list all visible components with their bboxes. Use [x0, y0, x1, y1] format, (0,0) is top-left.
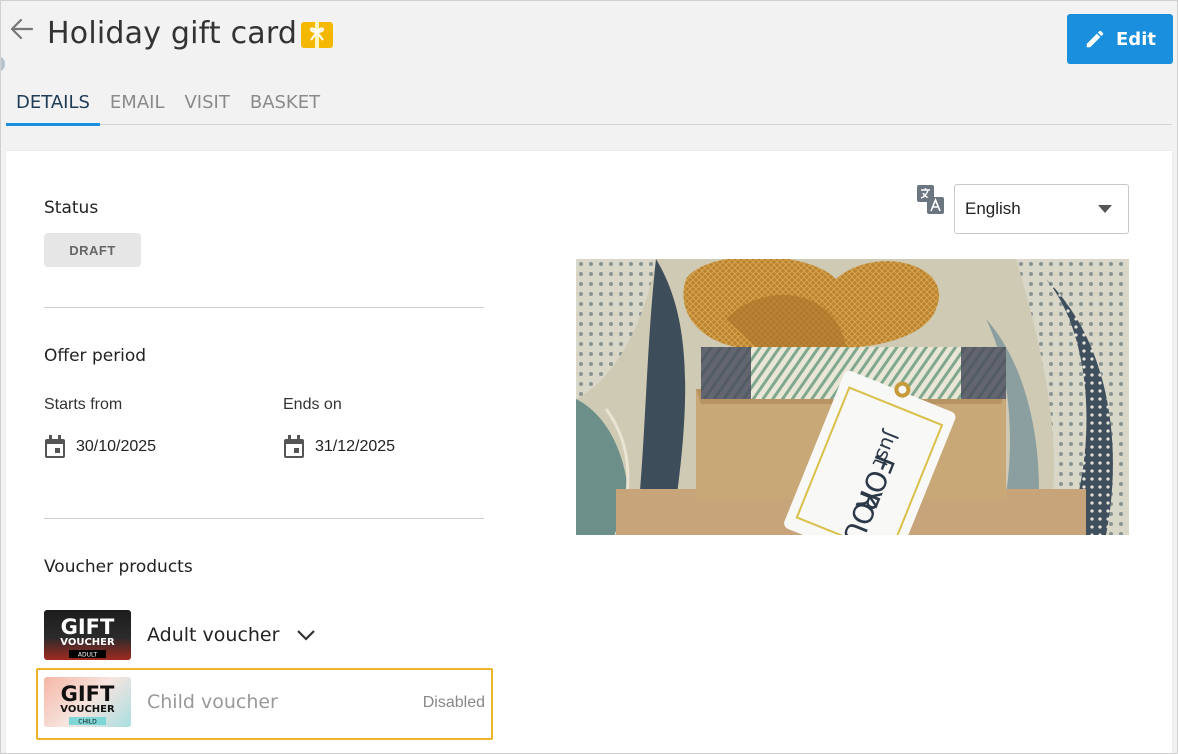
- edit-button[interactable]: Edit: [1067, 14, 1173, 64]
- end-date-value: 31/12/2025: [315, 438, 396, 455]
- voucher-thumb-title: GIFT: [61, 615, 115, 639]
- voucher-thumb-subtitle: VOUCHER: [60, 704, 115, 715]
- start-date: 30/10/2025: [44, 435, 156, 459]
- pencil-icon: [1086, 30, 1104, 48]
- voucher-thumbnail-graphic: GIFT VOUCHER ADULT: [60, 615, 115, 659]
- scroll-indicator: [1, 57, 5, 71]
- status-badge: DRAFT: [44, 233, 141, 267]
- voucher-item-child-content: GIFT VOUCHER CHILD Child voucher: [44, 677, 278, 727]
- voucher-thumbnail: GIFT VOUCHER ADULT: [44, 610, 131, 660]
- app-window: Holiday gift card Edit DETAILS EMAIL VIS…: [0, 0, 1178, 754]
- voucher-item-adult[interactable]: GIFT VOUCHER ADULT Adult voucher: [44, 610, 317, 660]
- end-date: 31/12/2025: [283, 435, 395, 459]
- voucher-item-child[interactable]: GIFT VOUCHER CHILD Child voucher Disable…: [36, 668, 493, 740]
- language-select-value: English: [965, 199, 1021, 218]
- offer-image: Just FOR YOU: [576, 259, 1129, 535]
- calendar-icon: [284, 435, 304, 458]
- offer-image-graphic: Just FOR YOU: [576, 259, 1129, 535]
- tab-details[interactable]: DETAILS: [6, 87, 100, 126]
- tab-email[interactable]: EMAIL: [100, 87, 175, 123]
- voucher-thumbnail: GIFT VOUCHER CHILD: [44, 677, 131, 727]
- voucher-thumb-tag: CHILD: [78, 719, 97, 726]
- offer-period-heading: Offer period: [44, 346, 147, 366]
- voucher-thumb-subtitle: VOUCHER: [60, 637, 115, 648]
- divider: [44, 307, 484, 308]
- gift-card-icon: [301, 22, 333, 48]
- chevron-down-icon[interactable]: [295, 624, 317, 646]
- page-title: Holiday gift card: [47, 16, 298, 51]
- ends-on-label: Ends on: [283, 396, 342, 413]
- translate-icon: [917, 185, 944, 214]
- caret-down-icon: [1098, 205, 1112, 213]
- back-arrow-icon[interactable]: [8, 15, 36, 43]
- tab-visit[interactable]: VISIT: [174, 87, 239, 123]
- status-heading: Status: [44, 198, 99, 218]
- starts-from-label: Starts from: [44, 396, 123, 413]
- voucher-thumb-title: GIFT: [61, 682, 115, 706]
- divider: [44, 518, 484, 519]
- calendar-icon: [45, 435, 65, 458]
- tab-basket[interactable]: BASKET: [240, 87, 330, 123]
- voucher-name: Child voucher: [147, 691, 278, 713]
- voucher-thumb-tag: ADULT: [78, 652, 98, 659]
- tab-bar: DETAILS EMAIL VISIT BASKET: [6, 87, 1172, 126]
- voucher-name: Adult voucher: [147, 624, 280, 646]
- voucher-status: Disabled: [422, 694, 485, 711]
- language-select[interactable]: English: [954, 184, 1129, 234]
- start-date-value: 30/10/2025: [76, 438, 157, 455]
- edit-button-label: Edit: [1116, 28, 1156, 50]
- voucher-thumbnail-graphic: GIFT VOUCHER CHILD: [60, 682, 115, 726]
- voucher-products-heading: Voucher products: [44, 557, 193, 577]
- details-card: Status DRAFT Offer period Starts from En…: [6, 151, 1172, 753]
